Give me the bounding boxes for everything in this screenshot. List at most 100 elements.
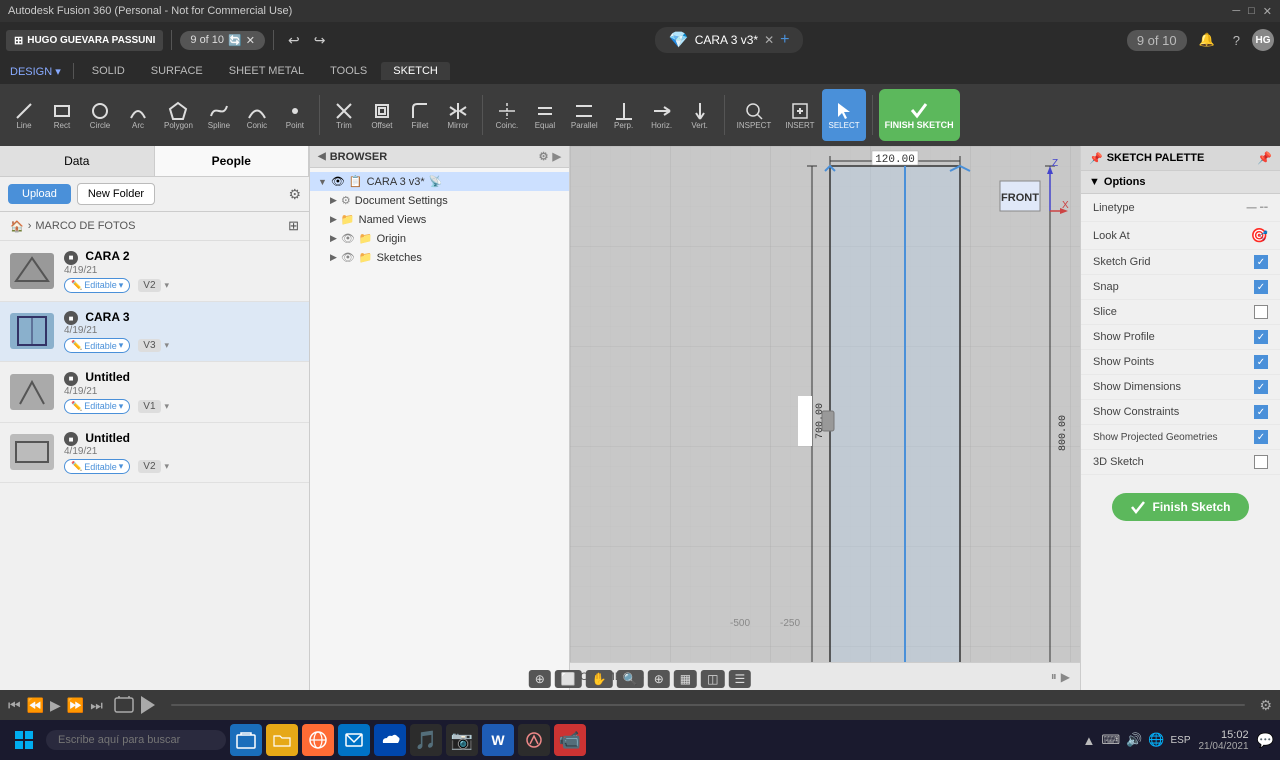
tree-node-origin[interactable]: ▶ 👁 📁 Origin xyxy=(310,229,569,248)
slice-checkbox[interactable] xyxy=(1254,305,1268,319)
show-points-checkbox[interactable]: ✓ xyxy=(1254,355,1268,369)
browser-settings-icon[interactable]: ⚙ xyxy=(539,150,549,163)
show-profile-checkbox[interactable]: ✓ xyxy=(1254,330,1268,344)
timeline-track[interactable] xyxy=(171,704,1246,706)
file-item[interactable]: ■ CARA 3 4/19/21 ✏️ Editable ▾ V3 ▾ xyxy=(0,302,309,363)
tool-trim[interactable]: Trim xyxy=(326,89,362,141)
show-dimensions-checkbox[interactable]: ✓ xyxy=(1254,380,1268,394)
timeline-first-btn[interactable]: ⏮ xyxy=(8,697,21,714)
tool-perpendicular[interactable]: Perp. xyxy=(606,89,642,141)
taskbar-app-audio[interactable]: 🎵 xyxy=(410,724,442,756)
timeline-play-btn[interactable]: ▶ xyxy=(50,697,61,714)
tray-arrow-icon[interactable]: ▲ xyxy=(1082,733,1095,748)
tool-polygon[interactable]: Polygon xyxy=(158,89,199,141)
taskbar-search[interactable] xyxy=(46,730,226,750)
tab-solid[interactable]: SOLID xyxy=(80,62,137,80)
viewport-display-icon[interactable]: ◫ xyxy=(701,670,724,688)
doc-close-btn[interactable]: ✕ xyxy=(764,33,774,47)
browser-expand-btn[interactable]: ▶ xyxy=(553,150,561,163)
notification-icon[interactable]: 🔔 xyxy=(1193,28,1221,52)
palette-pin-btn[interactable]: 📌 xyxy=(1257,151,1272,165)
snap-checkbox[interactable]: ✓ xyxy=(1254,280,1268,294)
doc-add-btn[interactable]: + xyxy=(780,31,789,49)
file-item[interactable]: ■ Untitled 4/19/21 ✏️ Editable ▾ V2 ▾ xyxy=(0,423,309,484)
taskbar-app-word[interactable]: W xyxy=(482,724,514,756)
tool-point[interactable]: Point xyxy=(277,89,313,141)
file-item[interactable]: ■ CARA 2 4/19/21 ✏️ Editable ▾ V2 ▾ xyxy=(0,241,309,302)
timeline-last-btn[interactable]: ⏭ xyxy=(90,697,103,714)
show-constraints-checkbox[interactable]: ✓ xyxy=(1254,405,1268,419)
keyboard-icon[interactable]: ⌨ xyxy=(1101,732,1120,748)
viewport-zoom-icon[interactable]: 🔍 xyxy=(617,670,644,688)
clock-date[interactable]: 15:02 21/04/2021 xyxy=(1199,729,1249,752)
taskbar-app-fusion[interactable] xyxy=(518,724,550,756)
taskbar-app-video[interactable]: 📹 xyxy=(554,724,586,756)
tool-select[interactable]: SELECT xyxy=(822,89,865,141)
tool-insert[interactable]: INSERT xyxy=(779,89,820,141)
tree-node-doc[interactable]: ▼ 👁 📋 CARA 3 v3* 📡 xyxy=(310,172,569,191)
tab-data[interactable]: Data xyxy=(0,146,155,176)
avatar[interactable]: HG xyxy=(1252,29,1274,51)
taskbar-app-mail[interactable] xyxy=(338,724,370,756)
viewport-zoom-fit[interactable]: ⊕ xyxy=(648,670,670,688)
tool-horizontal[interactable]: Horiz. xyxy=(644,89,680,141)
finish-sketch-button[interactable]: Finish Sketch xyxy=(1112,493,1248,521)
viewport-fit-icon[interactable]: ⊕ xyxy=(529,670,551,688)
taskbar-app-folder[interactable] xyxy=(266,724,298,756)
start-button[interactable] xyxy=(6,722,42,758)
tab-sketch[interactable]: SKETCH xyxy=(381,62,450,80)
taskbar-app-onedrive[interactable] xyxy=(374,724,406,756)
viewport-frame-icon[interactable]: ⬜ xyxy=(555,670,582,688)
taskbar-app-photos[interactable]: 📷 xyxy=(446,724,478,756)
sketch-grid-checkbox[interactable]: ✓ xyxy=(1254,255,1268,269)
comments-expand-icon[interactable]: ▶ xyxy=(1061,670,1070,684)
viewport-list-icon[interactable]: ☰ xyxy=(728,670,751,688)
taskbar-app-explorer[interactable] xyxy=(230,724,262,756)
tree-node-views[interactable]: ▶ 📁 Named Views xyxy=(310,210,569,229)
tool-equal[interactable]: Equal xyxy=(527,89,563,141)
close-btn[interactable]: ✕ xyxy=(1263,5,1272,18)
timeline-prev-btn[interactable]: ⏪ xyxy=(27,697,44,714)
viewport-grid-icon[interactable]: ▦ xyxy=(674,670,697,688)
timeline-next-btn[interactable]: ⏩ xyxy=(67,697,84,714)
projected-geo-checkbox[interactable]: ✓ xyxy=(1254,430,1268,444)
settings-icon-btn[interactable]: ⚙ xyxy=(288,186,301,203)
tab-sheet-metal[interactable]: SHEET METAL xyxy=(217,62,316,80)
version-counter-1[interactable]: 9 of 10 🔄 ✕ xyxy=(180,31,265,50)
brand-logo[interactable]: ⊞ HUGO GUEVARA PASSUNI xyxy=(6,30,163,51)
new-folder-button[interactable]: New Folder xyxy=(77,183,155,205)
comments-collapse-icon[interactable]: ⏸ xyxy=(1051,669,1057,684)
tab-surface[interactable]: SURFACE xyxy=(139,62,215,80)
tool-mirror[interactable]: Mirror xyxy=(440,89,476,141)
view-cube[interactable]: Z X FRONT xyxy=(990,156,1070,226)
linetype-dashed-icon[interactable]: ╌ xyxy=(1260,199,1268,216)
tree-node-sketches[interactable]: ▶ 👁 📁 Sketches xyxy=(310,248,569,267)
tool-arc[interactable]: Arc xyxy=(120,89,156,141)
file-item[interactable]: ■ Untitled 4/19/21 ✏️ Editable ▾ V1 ▾ xyxy=(0,362,309,423)
tool-parallel[interactable]: Parallel xyxy=(565,89,604,141)
browser-collapse-btn[interactable]: ◀ xyxy=(318,151,326,162)
linetype-solid-icon[interactable]: ─ xyxy=(1247,199,1257,216)
lookat-btn[interactable]: 🎯 xyxy=(1251,227,1268,244)
tool-fillet[interactable]: Fillet xyxy=(402,89,438,141)
tool-offset[interactable]: Offset xyxy=(364,89,400,141)
network-icon[interactable]: 🌐 xyxy=(1148,732,1164,748)
volume-icon[interactable]: 🔊 xyxy=(1126,732,1142,748)
version-counter-2[interactable]: 9 of 10 xyxy=(1127,30,1187,51)
undo-btn[interactable]: ↩ xyxy=(282,28,306,53)
tool-circle[interactable]: Circle xyxy=(82,89,118,141)
breadcrumb-action-icon[interactable]: ⊞ xyxy=(288,218,299,234)
finish-sketch-ribbon-btn[interactable]: FINISH SKETCH xyxy=(879,89,960,141)
viewport-pan-icon[interactable]: ✋ xyxy=(586,670,613,688)
help-icon[interactable]: ? xyxy=(1227,29,1246,52)
tool-inspect[interactable]: INSPECT xyxy=(731,89,778,141)
timeline-settings-icon[interactable]: ⚙ xyxy=(1259,697,1272,714)
redo-btn[interactable]: ↪ xyxy=(308,28,332,53)
tab-tools[interactable]: TOOLS xyxy=(318,62,379,80)
maximize-btn[interactable]: □ xyxy=(1248,5,1255,18)
tab-people[interactable]: People xyxy=(155,146,310,176)
upload-button[interactable]: Upload xyxy=(8,184,71,204)
notification-center-icon[interactable]: 💬 xyxy=(1257,732,1274,749)
taskbar-app-browser[interactable] xyxy=(302,724,334,756)
home-icon[interactable]: 🏠 xyxy=(10,220,24,233)
